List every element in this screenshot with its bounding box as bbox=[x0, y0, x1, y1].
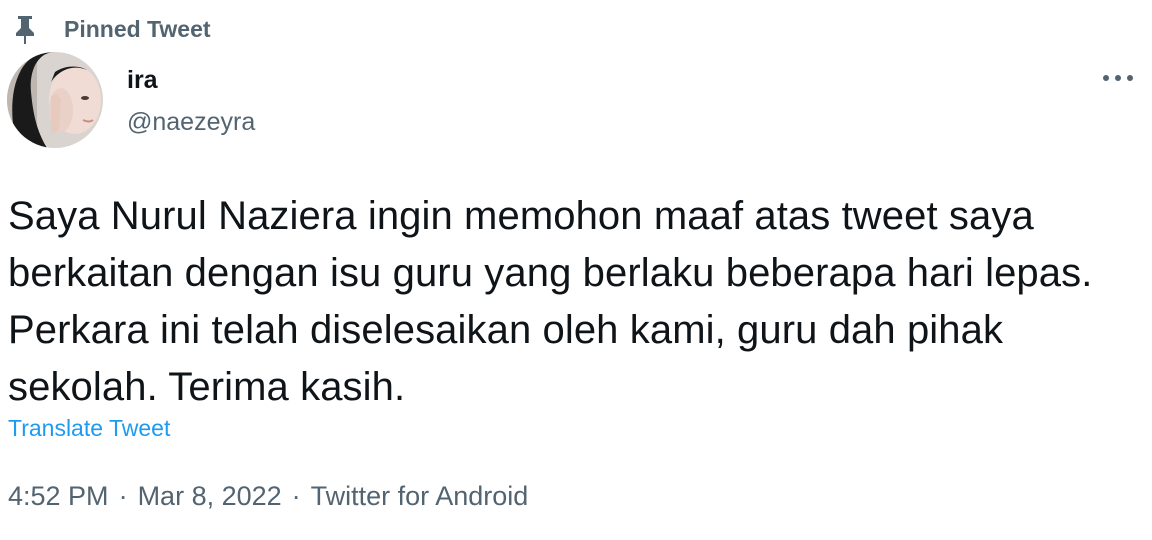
tweet-card: Pinned Tweet ira @naezeyra Saya Nurul Na… bbox=[0, 0, 1152, 540]
translate-tweet-link[interactable]: Translate Tweet bbox=[8, 415, 170, 442]
tweet-date[interactable]: Mar 8, 2022 bbox=[138, 481, 282, 512]
tweet-source[interactable]: Twitter for Android bbox=[311, 481, 529, 512]
user-handle[interactable]: @naezeyra bbox=[127, 106, 255, 138]
meta-separator: · bbox=[118, 481, 128, 511]
display-name[interactable]: ira bbox=[127, 64, 255, 96]
tweet-time[interactable]: 4:52 PM bbox=[8, 481, 109, 512]
avatar[interactable] bbox=[7, 52, 103, 148]
tweet-text: Saya Nurul Naziera ingin memohon maaf at… bbox=[8, 194, 1093, 409]
pin-icon bbox=[12, 14, 38, 44]
more-options-button[interactable] bbox=[1098, 64, 1138, 94]
user-info: ira @naezeyra bbox=[127, 64, 255, 138]
more-horizontal-icon bbox=[1101, 70, 1135, 88]
meta-separator: · bbox=[291, 481, 301, 511]
pinned-label: Pinned Tweet bbox=[64, 15, 211, 42]
pinned-indicator: Pinned Tweet bbox=[12, 14, 211, 44]
tweet-metadata: 4:52 PM · Mar 8, 2022 · Twitter for Andr… bbox=[8, 481, 528, 512]
